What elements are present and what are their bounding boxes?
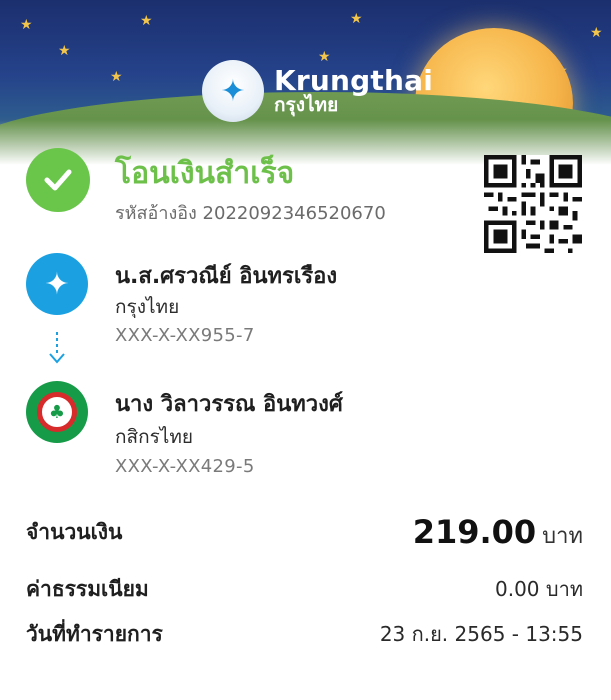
date-label: วันที่ทำรายการ [26,622,163,646]
fee-value: 0.00 บาท [495,577,583,601]
amount-value: 219.00 [412,513,537,551]
kasikorn-logo-icon: ♣ [26,381,88,443]
sender-bank: กรุงไทย [115,296,180,318]
status-title: โอนเงินสำเร็จ [115,156,295,191]
reference-number: รหัสอ้างอิง 2022092346520670 [115,203,386,224]
star-icon: ★ [20,17,33,33]
brand-logo: ✦ Krungthai กรุงไทย [202,60,433,122]
brand-name-en: Krungthai [274,64,434,98]
amount-label: จำนวนเงิน [26,520,123,544]
date-value: 23 ก.ย. 2565 - 13:55 [379,622,583,646]
sender-account: XXX-X-XX955-7 [115,325,255,346]
receiver-account: XXX-X-XX429-5 [115,456,255,477]
krungthai-bird-icon: ✦ [202,60,264,122]
check-circle-icon [26,148,90,212]
star-icon: ★ [58,43,71,59]
star-icon: ★ [350,11,363,27]
amount-unit: บาท [542,524,583,549]
star-icon: ★ [590,25,603,41]
arrow-down-icon [44,330,70,366]
qr-code-icon[interactable] [484,155,582,253]
star-icon: ★ [140,13,153,29]
star-icon: ★ [110,69,123,85]
krungthai-logo-icon: ✦ [26,253,88,315]
receiver-name: นาง วิลาวรรณ อินทวงศ์ [115,392,343,417]
sender-name: น.ส.ศรวณีย์ อินทรเรือง [115,264,338,289]
amount-display: 219.00 บาท [413,513,583,553]
receiver-bank: กสิกรไทย [115,426,194,448]
brand-name-th: กรุงไทย [274,93,339,116]
fee-label: ค่าธรรมเนียม [26,577,149,601]
